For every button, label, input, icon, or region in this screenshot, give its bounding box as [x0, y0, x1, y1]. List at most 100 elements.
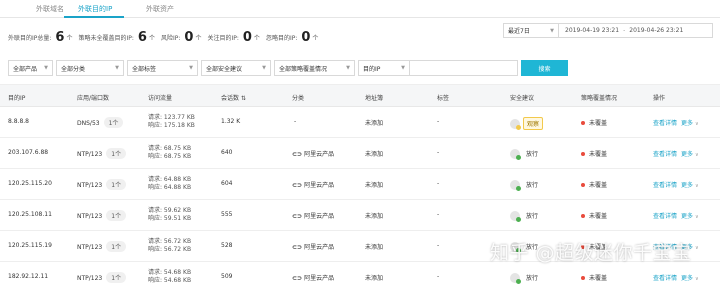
cell-ip: 203.107.6.88: [8, 149, 49, 156]
filter-advice[interactable]: 全部安全建议 ▼: [201, 60, 271, 76]
coverage-label: 未覆盖: [589, 275, 608, 282]
filter-bar: 全部产品 ▼ 全部分类 ▼ 全部标签 ▼ 全部安全建议 ▼ 全部策略覆盖情况 ▼ 目的IP…: [8, 60, 568, 76]
traffic-response: 响应: 59.51 KB: [148, 215, 192, 222]
cell-ip: 120.25.115.19: [8, 242, 52, 249]
app-port: NTP/123: [77, 151, 103, 158]
cell-category: ⊂⊃ 阿里云产品: [292, 211, 334, 220]
cell-actions: 查看详情 更多 ∨: [653, 149, 699, 158]
column-header-category[interactable]: 分类: [292, 93, 304, 102]
watermark: 知乎 @超级迷你千宝宝: [490, 242, 692, 264]
cell-category: -: [292, 118, 296, 125]
chevron-down-icon: ∨: [694, 276, 699, 282]
chevron-down-icon: ∨: [694, 214, 699, 220]
table-row[interactable]: 203.107.6.88 NTP/123 1个 请求: 68.75 KB 响应: 68.…: [0, 138, 720, 169]
coverage-label: 未覆盖: [589, 182, 608, 189]
date-start[interactable]: 2019-04-19 23:21: [559, 27, 619, 34]
app-port: NTP/123: [77, 213, 103, 220]
filter-label: 全部策略覆盖情况: [279, 65, 328, 73]
cell-ip: 120.25.108.11: [8, 211, 52, 218]
more-actions-dropdown[interactable]: 更多 ∨: [681, 275, 699, 282]
cell-tag: -: [437, 211, 440, 218]
more-actions-dropdown[interactable]: 更多 ∨: [681, 213, 699, 220]
coverage-label: 未覆盖: [589, 120, 608, 127]
cell-actions: 查看详情 更多 ∨: [653, 211, 699, 220]
filter-category[interactable]: 全部分类 ▼: [56, 60, 124, 76]
link-icon: ⊂⊃: [292, 151, 303, 158]
app-count-badge[interactable]: 1个: [103, 117, 124, 128]
filter-field-select[interactable]: 目的IP ▼: [358, 60, 410, 76]
column-header-advice[interactable]: 安全建议: [510, 93, 534, 102]
app-port: NTP/123: [77, 244, 103, 251]
view-details-link[interactable]: 查看详情: [653, 275, 677, 282]
cell-actions: 查看详情 更多 ∨: [653, 180, 699, 189]
tab-domains[interactable]: 外联域名: [36, 4, 64, 14]
column-header-sessions[interactable]: 会话数 ⇅: [221, 93, 246, 102]
app-count-badge[interactable]: 1个: [106, 241, 127, 252]
filter-product[interactable]: 全部产品 ▼: [8, 60, 53, 76]
cell-coverage: 未覆盖: [581, 211, 607, 220]
cell-tag: -: [437, 273, 440, 280]
date-end[interactable]: 2019-04-26 23:21: [629, 27, 683, 34]
view-details-link[interactable]: 查看详情: [653, 213, 677, 220]
column-header-app[interactable]: 应用/端口数: [77, 93, 109, 102]
more-actions-dropdown[interactable]: 更多 ∨: [681, 151, 699, 158]
cell-app: NTP/123 1个: [77, 272, 127, 283]
advice-badge: 观察: [523, 117, 544, 130]
stat-value-watched: 0: [242, 29, 252, 45]
app-count-badge[interactable]: 1个: [106, 148, 127, 159]
view-details-link[interactable]: 查看详情: [653, 182, 677, 189]
cell-address: 未添加: [365, 151, 384, 158]
table-row[interactable]: 120.25.115.20 NTP/123 1个 请求: 64.88 KB 响应: 64…: [0, 169, 720, 200]
table-row[interactable]: 8.8.8.8 DNS/53 1个 请求: 123.77 KB 响应: 175.18 K…: [0, 107, 720, 138]
date-preset-select[interactable]: 最近7日 ▼: [504, 24, 559, 37]
chevron-down-icon: ▼: [189, 65, 193, 71]
app-count-badge[interactable]: 1个: [106, 179, 127, 190]
table-row[interactable]: 120.25.108.11 NTP/123 1个 请求: 59.62 KB 响应: 59…: [0, 200, 720, 231]
app-port: NTP/123: [77, 182, 103, 189]
more-actions-dropdown[interactable]: 更多 ∨: [681, 182, 699, 189]
cell-sessions: 604: [221, 180, 233, 187]
filter-tag[interactable]: 全部标签 ▼: [127, 60, 198, 76]
tab-assets[interactable]: 外联资产: [146, 4, 174, 14]
table-row[interactable]: 182.92.12.11 NTP/123 1个 请求: 54.68 KB 响应: 54.…: [0, 262, 720, 286]
column-header-coverage[interactable]: 策略覆盖情况: [581, 93, 617, 102]
view-details-link[interactable]: 查看详情: [653, 151, 677, 158]
search-button[interactable]: 搜索: [521, 60, 568, 76]
cell-actions: 查看详情 更多 ∨: [653, 118, 699, 127]
view-details-link[interactable]: 查看详情: [653, 120, 677, 127]
cell-app: NTP/123 1个: [77, 148, 127, 159]
filter-coverage[interactable]: 全部策略覆盖情况 ▼: [274, 60, 355, 76]
category-label: 阿里云产品: [304, 244, 335, 251]
date-range-picker[interactable]: 最近7日 ▼ 2019-04-19 23:21 - 2019-04-26 23:…: [503, 23, 713, 38]
cell-traffic: 请求: 59.62 KB 响应: 59.51 KB: [148, 207, 191, 223]
category-label: 阿里云产品: [304, 182, 335, 189]
shield-icon: [510, 179, 521, 191]
chevron-down-icon: ▼: [401, 65, 405, 71]
category-label: 阿里云产品: [304, 151, 335, 158]
traffic-request: 请求: 123.77 KB: [148, 114, 195, 121]
column-header-tag[interactable]: 标签: [437, 93, 449, 102]
stat-unit: 个: [312, 34, 319, 42]
sort-icon[interactable]: ⇅: [241, 95, 246, 102]
app-count-badge[interactable]: 1个: [106, 210, 127, 221]
link-icon: ⊂⊃: [292, 275, 303, 282]
tab-dest-ip[interactable]: 外联目的IP: [78, 4, 112, 14]
filter-label: 目的IP: [363, 65, 381, 73]
column-header-address[interactable]: 地址簿: [365, 93, 383, 102]
search-input[interactable]: [410, 60, 518, 76]
app-count-badge[interactable]: 1个: [106, 272, 127, 283]
cell-advice: 放行: [510, 210, 541, 222]
cell-ip: 120.25.115.20: [8, 180, 52, 187]
traffic-request: 请求: 68.75 KB: [148, 145, 192, 152]
more-actions-dropdown[interactable]: 更多 ∨: [681, 120, 699, 127]
cell-category: ⊂⊃ 阿里云产品: [292, 180, 334, 189]
chevron-down-icon: ▼: [550, 27, 554, 34]
traffic-response: 响应: 64.88 KB: [148, 184, 192, 191]
chevron-down-icon: ∨: [694, 121, 699, 127]
advice-badge: 放行: [526, 151, 539, 158]
column-header-traffic[interactable]: 访问流量: [148, 93, 172, 102]
status-dot-icon: [581, 213, 585, 218]
stats-bar: 外联目的IP总量: 6 个 策略未全覆盖目的IP: 6 个 风险IP: 0 个 …: [8, 29, 324, 45]
column-header-ip[interactable]: 目的IP: [8, 93, 25, 102]
category-label: 阿里云产品: [304, 213, 335, 220]
